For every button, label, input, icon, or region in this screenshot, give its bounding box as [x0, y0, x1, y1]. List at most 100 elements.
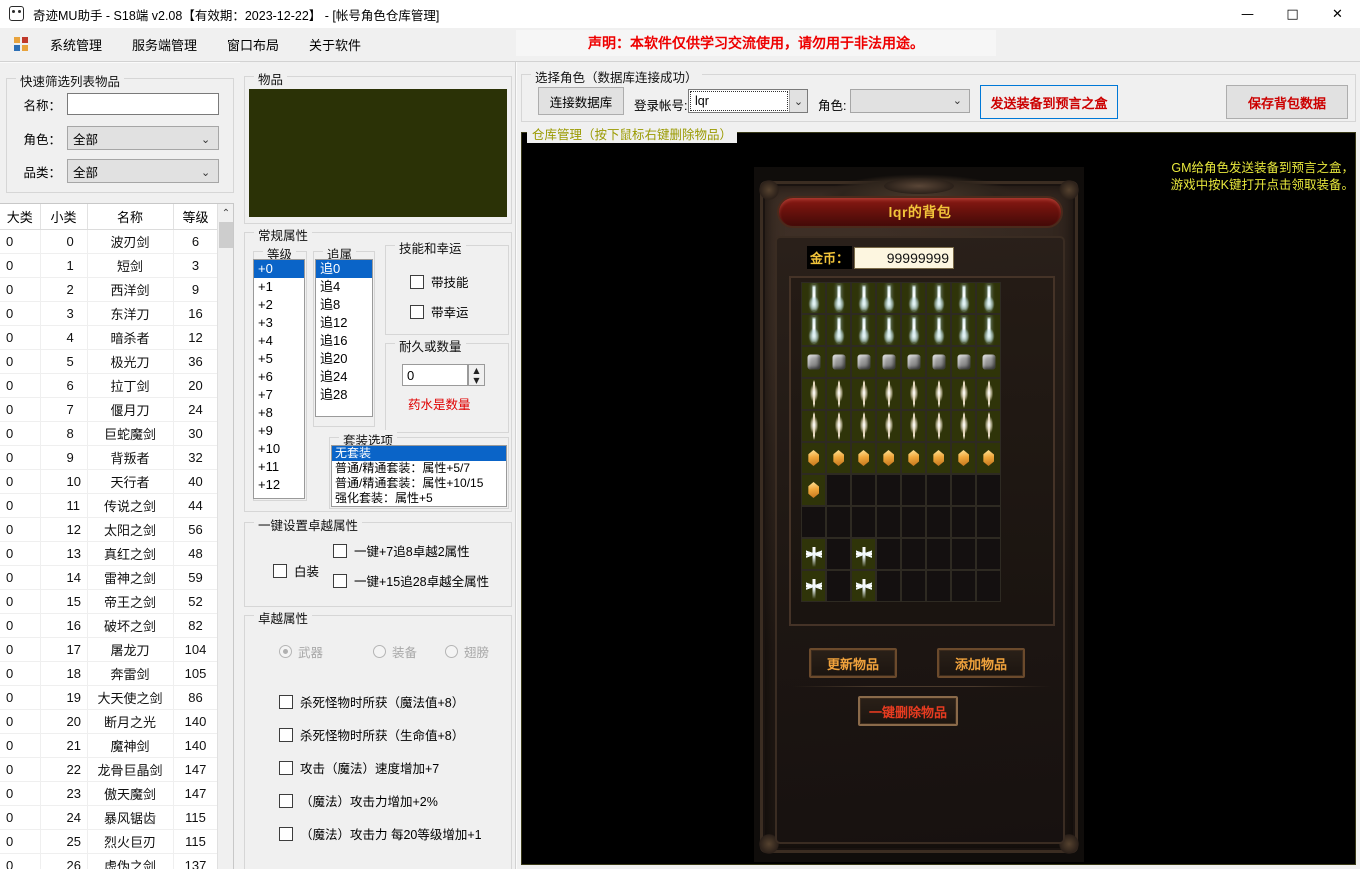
table-row[interactable]: 0 18 奔雷剑 105 [0, 661, 219, 686]
table-header-2[interactable]: 名称 [87, 204, 174, 230]
table-row[interactable]: 0 4 暗杀者 12 [0, 325, 219, 350]
radio-icon[interactable] [445, 645, 458, 658]
suffix-option[interactable]: 追0 [316, 260, 372, 278]
table-row[interactable]: 0 26 虚伪之剑 137 [0, 853, 219, 869]
luck-checkbox-row[interactable]: 带幸运 [410, 302, 469, 321]
menu-item-layout[interactable]: 窗口布局 [217, 31, 289, 58]
item-list-table[interactable]: 大类 小类 名称 等级 0 0 波刃剑 6 0 1 短剑 3 0 2 西洋剑 9 0 3 东洋刀 16 0 4 暗杀者 12… [0, 203, 234, 869]
table-row[interactable]: 0 24 暴风锯齿 115 [0, 805, 219, 830]
inventory-slot-empty[interactable] [901, 538, 926, 570]
checkbox-icon[interactable] [279, 727, 293, 742]
inventory-slot-sword[interactable] [951, 314, 976, 346]
inventory-slot-sword[interactable] [876, 282, 901, 314]
inventory-slot-trident[interactable] [851, 538, 876, 570]
inventory-slot-sword[interactable] [926, 282, 951, 314]
inventory-slot-empty[interactable] [876, 538, 901, 570]
level-option[interactable]: +11 [254, 458, 304, 476]
inventory-slot-gem[interactable] [876, 442, 901, 474]
inventory-slot-trident[interactable] [801, 570, 826, 602]
table-header-3[interactable]: 等级 [173, 204, 219, 230]
radio-icon[interactable] [279, 645, 292, 658]
inventory-slot-empty[interactable] [901, 570, 926, 602]
inventory-slot-empty[interactable] [951, 474, 976, 506]
checkbox-icon[interactable] [273, 563, 287, 578]
level-option[interactable]: +3 [254, 314, 304, 332]
add-item-button[interactable]: 添加物品 [937, 648, 1025, 678]
table-header-0[interactable]: 大类 [0, 204, 41, 230]
inventory-slot-spear[interactable] [801, 410, 826, 442]
inventory-slot-empty[interactable] [951, 506, 976, 538]
inventory-slot-empty[interactable] [976, 474, 1001, 506]
inventory-slot-empty[interactable] [901, 474, 926, 506]
inventory-slot-ore[interactable] [951, 346, 976, 378]
level-option[interactable]: +2 [254, 296, 304, 314]
update-item-button[interactable]: 更新物品 [809, 648, 897, 678]
checkbox-icon[interactable] [333, 543, 347, 558]
inventory-slot-empty[interactable] [951, 538, 976, 570]
inventory-slot-empty[interactable] [826, 570, 851, 602]
onekey-opt2-row[interactable]: 一键+15追28卓越全属性 [333, 571, 489, 590]
inventory-slot-sword[interactable] [826, 314, 851, 346]
inventory-slot-empty[interactable] [826, 474, 851, 506]
level-option[interactable]: +4 [254, 332, 304, 350]
inventory-slot-spear[interactable] [851, 378, 876, 410]
checkbox-icon[interactable] [333, 573, 347, 588]
table-row[interactable]: 0 12 太阳之剑 56 [0, 517, 219, 542]
inventory-slot-empty[interactable] [951, 570, 976, 602]
inventory-slot-spear[interactable] [976, 410, 1001, 442]
level-option[interactable]: +9 [254, 422, 304, 440]
level-option[interactable]: +6 [254, 368, 304, 386]
onekey-opt1-row[interactable]: 一键+7追8卓越2属性 [333, 541, 470, 560]
inventory-slot-sword[interactable] [951, 282, 976, 314]
inventory-slot-empty[interactable] [826, 506, 851, 538]
inventory-slot-sword[interactable] [976, 314, 1001, 346]
level-option[interactable]: +1 [254, 278, 304, 296]
inventory-slot-spear[interactable] [901, 410, 926, 442]
checkbox-icon[interactable] [410, 274, 424, 289]
inventory-slot-sword[interactable] [976, 282, 1001, 314]
menu-item-server[interactable]: 服务端管理 [122, 31, 207, 58]
inventory-slot-sword[interactable] [801, 314, 826, 346]
inventory-slot-empty[interactable] [876, 474, 901, 506]
inventory-slot-ore[interactable] [901, 346, 926, 378]
table-row[interactable]: 0 11 传说之剑 44 [0, 493, 219, 518]
close-button[interactable]: ✕ [1315, 0, 1360, 28]
table-row[interactable]: 0 3 东洋刀 16 [0, 301, 219, 326]
inventory-slot-spear[interactable] [801, 378, 826, 410]
level-option[interactable]: +8 [254, 404, 304, 422]
table-row[interactable]: 0 19 大天使之剑 86 [0, 685, 219, 710]
checkbox-icon[interactable] [279, 760, 293, 775]
suffix-option[interactable]: 追12 [316, 314, 372, 332]
inventory-slot-empty[interactable] [851, 506, 876, 538]
inventory-slot-ore[interactable] [801, 346, 826, 378]
inventory-slot-ore[interactable] [826, 346, 851, 378]
suit-option[interactable]: 强化套装：属性+5 [332, 491, 506, 506]
send-equipment-button[interactable]: 发送装备到预言之盒 [980, 85, 1118, 119]
filter-name-input[interactable] [67, 93, 219, 115]
durability-stepper[interactable]: ▲ ▼ [468, 364, 485, 386]
table-row[interactable]: 0 10 天行者 40 [0, 469, 219, 494]
account-input[interactable]: lqr [690, 91, 788, 111]
suffix-option[interactable]: 追4 [316, 278, 372, 296]
scrollbar-thumb[interactable] [219, 222, 233, 248]
inventory-slot-empty[interactable] [826, 538, 851, 570]
inventory-slot-spear[interactable] [951, 378, 976, 410]
table-row[interactable]: 0 25 烈火巨刃 115 [0, 829, 219, 854]
suffix-listbox[interactable]: 追0 追4 追8 追12 追16 追20 追24 追28 [315, 259, 373, 417]
save-backpack-button[interactable]: 保存背包数据 [1226, 85, 1348, 119]
skill-checkbox-row[interactable]: 带技能 [410, 272, 469, 291]
radio-icon[interactable] [373, 645, 386, 658]
suit-option[interactable]: 无套装 [332, 446, 506, 461]
excellent-option-2[interactable]: 攻击（魔法）速度增加+7 [279, 758, 439, 777]
inventory-slot-spear[interactable] [826, 410, 851, 442]
checkbox-icon[interactable] [279, 694, 293, 709]
radio-equipment[interactable]: 装备 [373, 642, 417, 661]
inventory-slot-gem[interactable] [976, 442, 1001, 474]
inventory-slot-sword[interactable] [801, 282, 826, 314]
inventory-slot-spear[interactable] [926, 410, 951, 442]
radio-weapon[interactable]: 武器 [279, 642, 323, 661]
table-row[interactable]: 0 17 屠龙刀 104 [0, 637, 219, 662]
table-row[interactable]: 0 15 帝王之剑 52 [0, 589, 219, 614]
inventory-slot-spear[interactable] [876, 378, 901, 410]
inventory-slot-empty[interactable] [801, 506, 826, 538]
